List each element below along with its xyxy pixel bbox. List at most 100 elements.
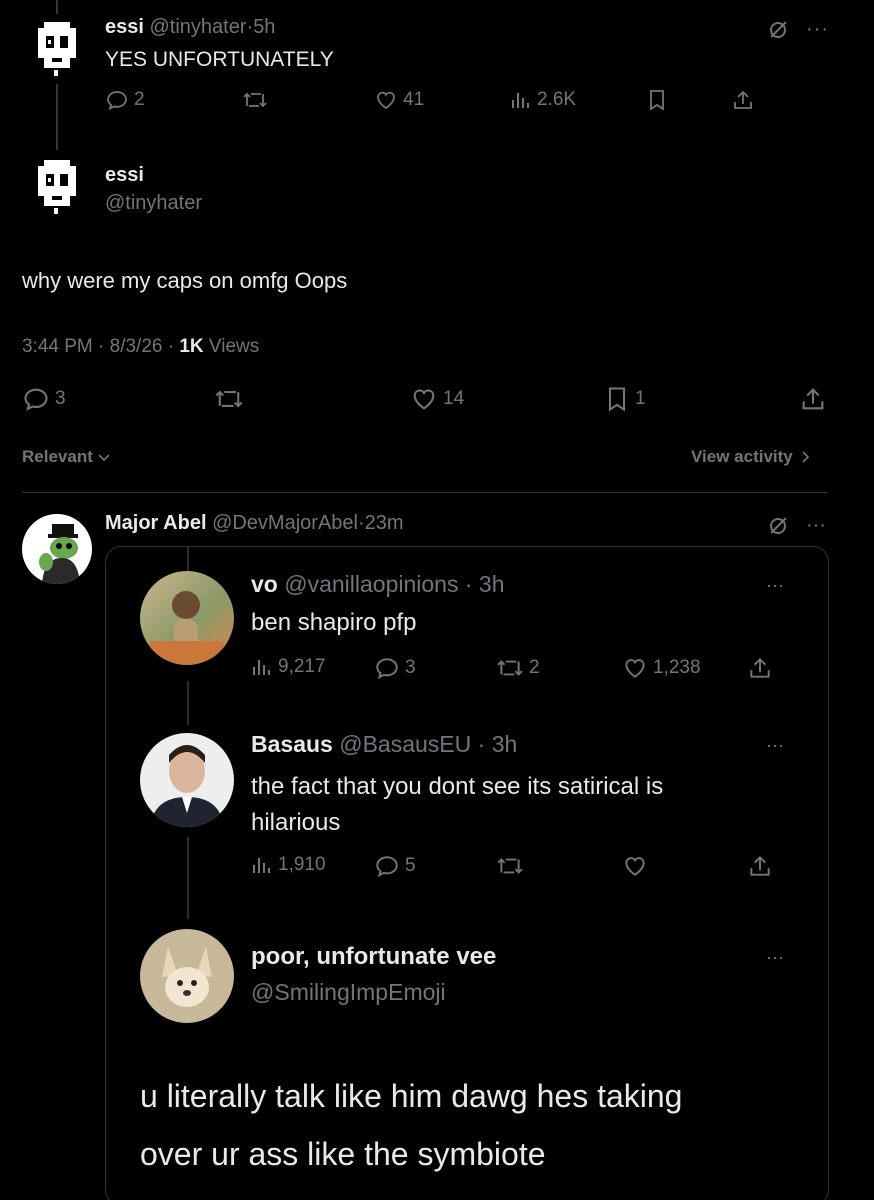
tweet1-grok-icon[interactable] <box>766 18 790 42</box>
c2-more-icon[interactable]: ··· <box>766 735 784 756</box>
reply-more-icon[interactable]: ··· <box>806 514 826 537</box>
c2-text-line1: the fact that you dont see its satirical… <box>251 773 664 800</box>
main-display-name[interactable]: essi <box>105 164 144 187</box>
tweet1-reply-count: 2 <box>134 89 145 110</box>
c1-time[interactable]: 3h <box>479 571 505 597</box>
tweet1-more-icon[interactable]: ··· <box>806 18 829 41</box>
c3-handle[interactable]: @SmilingImpEmoji <box>251 979 446 1006</box>
c3-text-line2: over ur ass like the symbiote <box>140 1136 546 1172</box>
main-views-count: 1K <box>179 336 204 357</box>
heart-icon <box>625 857 645 876</box>
retweet-icon <box>497 660 523 676</box>
views-icon <box>253 858 270 873</box>
main-like-button[interactable]: 14 <box>410 385 464 413</box>
tweet1-share-button[interactable] <box>732 88 754 112</box>
views-icon <box>512 93 529 108</box>
gaster-avatar-icon <box>38 160 76 214</box>
views-icon <box>253 660 270 675</box>
c2-views[interactable]: 1,910 <box>251 853 326 877</box>
c1-view-count: 9,217 <box>278 656 326 677</box>
c2-reply-button[interactable]: 5 <box>374 853 416 879</box>
bookmark-icon <box>650 90 664 111</box>
c1-like-count: 1,238 <box>653 657 701 678</box>
heart-icon <box>625 659 645 678</box>
c3-display-name[interactable]: poor, unfortunate vee <box>251 943 496 971</box>
bookmark-icon <box>608 387 626 412</box>
main-text: why were my caps on omfg Oops <box>22 268 348 293</box>
c2-like-button[interactable] <box>622 853 648 879</box>
tweet1-retweet-button[interactable] <box>242 88 268 112</box>
tweet1-header: essi @tinyhater·5h <box>105 16 276 38</box>
main-reply-button[interactable]: 3 <box>22 385 66 413</box>
retweet-icon <box>243 92 267 108</box>
avatar-major-abel[interactable] <box>22 514 92 584</box>
main-meta: 3:44 PM · 8/3/26 · 1K Views <box>22 336 259 358</box>
embed-thread-line-1 <box>187 547 189 571</box>
c2-share-button[interactable] <box>748 853 772 879</box>
tweet1-handle[interactable]: @tinyhater <box>150 16 247 38</box>
tweet1-like-count: 41 <box>403 89 425 110</box>
pepe-avatar-icon <box>39 524 80 584</box>
heart-icon <box>413 389 435 410</box>
c2-time[interactable]: 3h <box>492 731 518 757</box>
main-reply-count: 3 <box>55 388 66 409</box>
share-icon <box>802 388 824 410</box>
c3-more-icon[interactable]: ··· <box>766 947 784 968</box>
c1-share-button[interactable] <box>748 655 772 681</box>
main-handle[interactable]: @tinyhater <box>105 192 202 215</box>
c1-handle[interactable]: @vanillaopinions <box>284 571 458 597</box>
sort-label: Relevant <box>22 447 93 466</box>
reply-icon <box>376 856 398 878</box>
sort-dropdown[interactable]: Relevant <box>22 447 111 467</box>
c1-retweet-button[interactable]: 2 <box>496 655 540 681</box>
avatar-essi-main[interactable] <box>22 152 92 222</box>
c2-handle[interactable]: @BasausEU <box>339 731 471 757</box>
tweet1-like-button[interactable]: 41 <box>374 88 424 112</box>
view-activity-link[interactable]: View activity <box>691 447 811 467</box>
avatar-basaus[interactable] <box>140 733 234 827</box>
main-share-button[interactable] <box>800 385 826 413</box>
tweet1-bookmark-button[interactable] <box>646 88 668 112</box>
tweet1-reply-button[interactable]: 2 <box>105 88 145 112</box>
reply-icon <box>107 91 127 111</box>
c1-retweet-count: 2 <box>529 657 540 678</box>
main-retweet-button[interactable] <box>214 385 244 413</box>
c1-views[interactable]: 9,217 <box>251 655 326 679</box>
share-icon <box>734 90 752 109</box>
c2-display-name[interactable]: Basaus <box>251 731 333 757</box>
tweet1-time[interactable]: 5h <box>253 16 275 38</box>
c3-text-line1: u literally talk like him dawg hes takin… <box>140 1078 683 1114</box>
c1-reply-button[interactable]: 3 <box>374 655 416 681</box>
view-activity-label: View activity <box>691 447 793 466</box>
avatar-vee[interactable] <box>140 929 234 1023</box>
reply-grok-icon[interactable] <box>766 514 790 538</box>
share-icon <box>750 855 770 876</box>
reply-icon <box>376 658 398 680</box>
retweet-icon <box>497 858 523 874</box>
embedded-screenshot[interactable]: vo @vanillaopinions · 3h ··· ben shapiro… <box>105 546 829 1200</box>
c2-header: Basaus @BasausEU · 3h <box>251 731 518 757</box>
c2-reply-count: 5 <box>405 855 416 876</box>
tweet1-display-name[interactable]: essi <box>105 16 144 38</box>
tweet1-view-count: 2.6K <box>537 89 577 110</box>
c1-header: vo @vanillaopinions · 3h <box>251 571 505 597</box>
avatar-essi[interactable] <box>22 14 92 84</box>
main-timestamp[interactable]: 3:44 PM · 8/3/26 · <box>22 336 179 357</box>
c2-text-line2: hilarious <box>251 809 341 836</box>
tweet1-text: YES UNFORTUNATELY <box>105 48 334 71</box>
reply-time[interactable]: 23m <box>365 512 404 534</box>
c3-text: u literally talk like him dawg hes takin… <box>140 1067 682 1183</box>
c1-reply-count: 3 <box>405 657 416 678</box>
chevron-right-icon <box>802 451 809 463</box>
c1-like-button[interactable]: 1,238 <box>622 655 701 681</box>
reply-display-name[interactable]: Major Abel <box>105 512 207 534</box>
main-bookmark-button[interactable]: 1 <box>604 385 646 413</box>
avatar-vo[interactable] <box>140 571 234 665</box>
c2-text: the fact that you dont see its satirical… <box>251 769 663 841</box>
c1-display-name[interactable]: vo <box>251 571 278 597</box>
chevron-down-icon <box>98 454 110 462</box>
tweet1-views-button[interactable]: 2.6K <box>510 88 576 112</box>
c1-more-icon[interactable]: ··· <box>766 575 784 596</box>
reply-handle[interactable]: @DevMajorAbel <box>212 512 358 534</box>
c2-retweet-button[interactable] <box>496 853 524 879</box>
